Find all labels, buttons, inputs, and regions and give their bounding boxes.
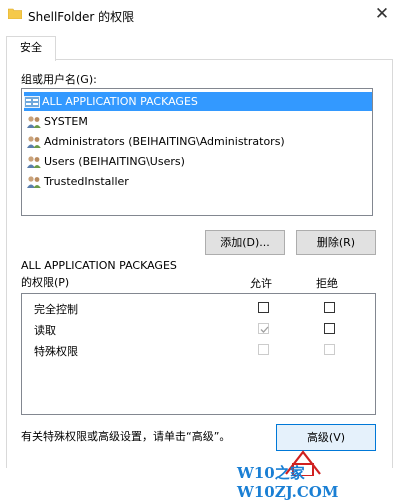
deny-checkbox[interactable] xyxy=(324,323,335,334)
users-icon xyxy=(27,176,41,188)
permissions-table: 完全控制 读取 特殊权限 xyxy=(21,293,376,415)
list-item[interactable]: Users (BEIHAITING\Users) xyxy=(26,152,370,171)
permission-name: 读取 xyxy=(34,324,56,337)
users-icon xyxy=(27,156,41,168)
user-name: SYSTEM xyxy=(44,115,88,128)
allow-checkbox xyxy=(258,344,269,355)
users-icon xyxy=(27,136,41,148)
allow-checkbox[interactable] xyxy=(258,302,269,313)
tab-security[interactable]: 安全 xyxy=(6,36,56,61)
list-item[interactable]: Administrators (BEIHAITING\Administrator… xyxy=(26,132,370,151)
deny-checkbox xyxy=(324,344,335,355)
list-item[interactable]: SYSTEM xyxy=(26,112,370,131)
close-icon[interactable]: ✕ xyxy=(371,3,393,25)
deny-column-header: 拒绝 xyxy=(316,277,338,290)
checkmark-icon xyxy=(260,326,269,333)
users-icon xyxy=(27,116,41,128)
tab-strip xyxy=(0,30,399,60)
allow-column-header: 允许 xyxy=(250,277,272,290)
group-user-label: 组或用户名(G): xyxy=(21,73,97,86)
permission-name: 完全控制 xyxy=(34,303,78,316)
remove-button[interactable]: 删除(R) xyxy=(296,230,376,255)
user-name: Users (BEIHAITING\Users) xyxy=(44,155,185,168)
advanced-note: 有关特殊权限或高级设置，请单击“高级”。 xyxy=(21,430,231,443)
user-name: TrustedInstaller xyxy=(44,175,129,188)
list-item[interactable]: TrustedInstaller xyxy=(26,172,370,191)
list-item[interactable]: ALL APPLICATION PACKAGES xyxy=(24,92,372,111)
window-title: ShellFolder 的权限 xyxy=(28,10,135,24)
user-name: Administrators (BEIHAITING\Administrator… xyxy=(44,135,285,148)
user-name: ALL APPLICATION PACKAGES xyxy=(42,95,198,108)
allow-checkbox xyxy=(258,323,269,334)
app-packages-icon xyxy=(24,96,40,108)
deny-checkbox[interactable] xyxy=(324,302,335,313)
add-button[interactable]: 添加(D)... xyxy=(205,230,285,255)
permission-name: 特殊权限 xyxy=(34,345,78,358)
folder-icon xyxy=(8,8,22,19)
permissions-principal: ALL APPLICATION PACKAGES xyxy=(21,259,177,272)
user-list[interactable]: ALL APPLICATION PACKAGES SYSTEM Administ… xyxy=(21,88,373,216)
permissions-label: 的权限(P) xyxy=(21,276,70,289)
